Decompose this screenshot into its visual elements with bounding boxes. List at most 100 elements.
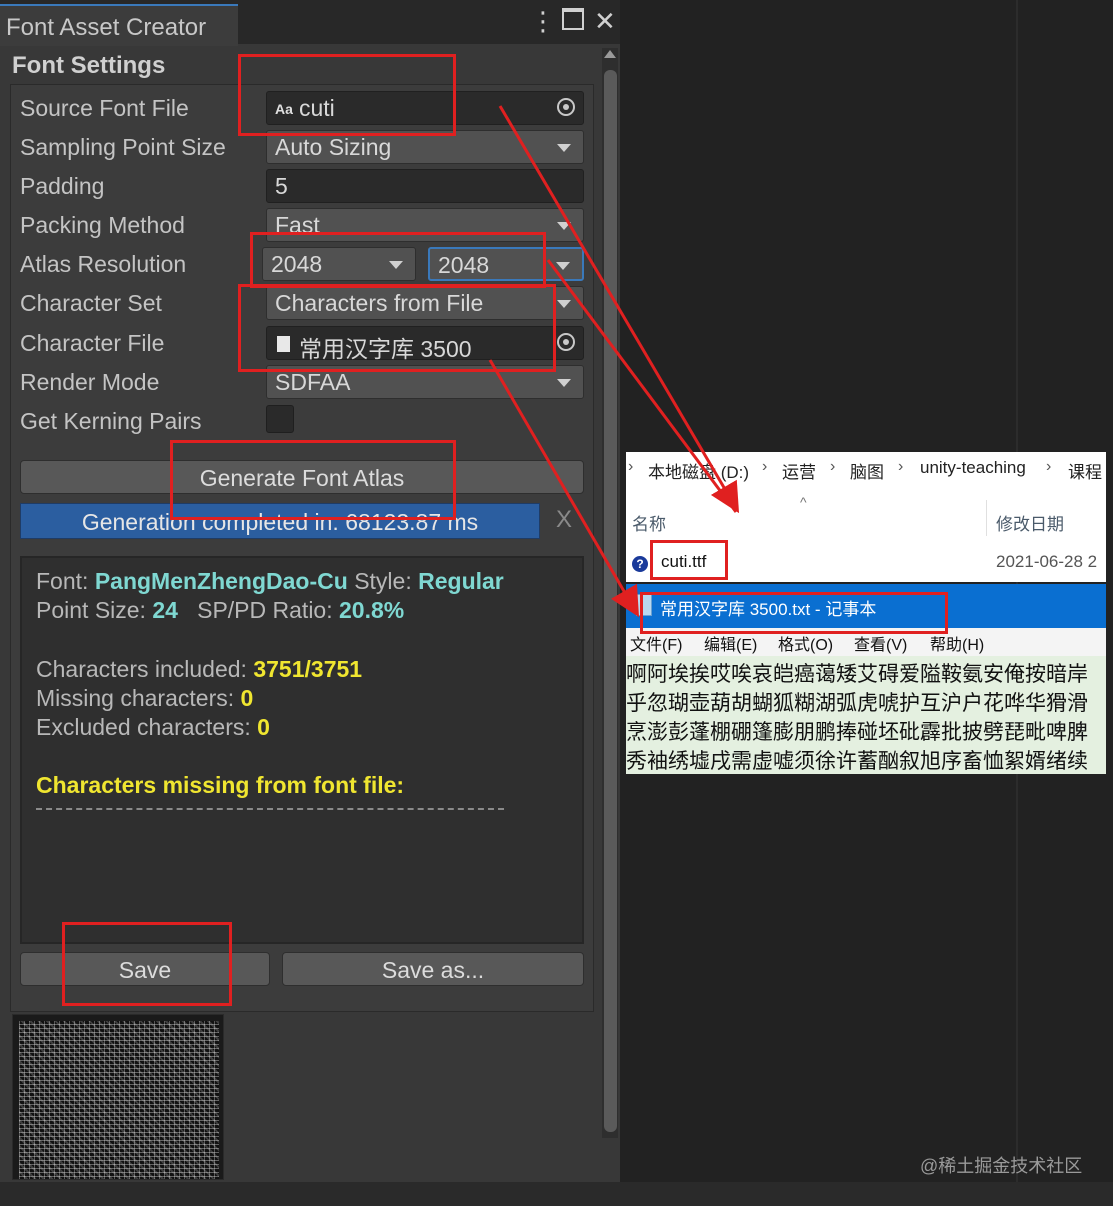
scrollbar-thumb[interactable]: [604, 70, 617, 1132]
packing-method-value: Fast: [275, 212, 320, 238]
atlas-width-value: 2048: [271, 251, 323, 277]
tab-font-asset-creator[interactable]: Font Asset Creator: [0, 4, 238, 46]
notepad-title-bar[interactable]: 常用汉字库 3500.txt - 记事本: [626, 584, 1106, 628]
breadcrumb-chevron-icon: ›: [628, 458, 634, 475]
ratio-value: 20.8%: [339, 597, 405, 623]
save-as-label: Save as...: [381, 957, 485, 983]
chevron-down-icon: [557, 300, 571, 308]
chevron-down-icon: [556, 262, 570, 270]
menu-file[interactable]: 文件(F): [630, 631, 682, 655]
atlas-resolution-label: Atlas Resolution: [20, 251, 187, 277]
font-label: Font:: [36, 568, 89, 594]
text-line: 乎忽瑚壶葫胡蝴狐糊湖弧虎唬护互沪户花哗华猾滑: [626, 691, 1088, 715]
font-info-box: Font: PangMenZhengDao-Cu Style: Regular …: [20, 556, 584, 944]
file-explorer-window: › 本地磁盘 (D:) › 运营 › 脑图 › unity-teaching ›…: [626, 452, 1106, 582]
included-value: 3751/3751: [253, 656, 363, 682]
dashed-divider: [36, 808, 504, 810]
included-label: Characters included:: [36, 656, 247, 682]
scroll-up-arrow-icon[interactable]: [604, 50, 616, 58]
font-info-line: Font: PangMenZhengDao-Cu Style: Regular: [36, 568, 504, 595]
sampling-point-size-label: Sampling Point Size: [20, 134, 226, 160]
excluded-label: Excluded characters:: [36, 714, 251, 740]
object-picker-icon[interactable]: [557, 98, 575, 116]
generate-font-atlas-button[interactable]: Generate Font Atlas: [20, 460, 584, 494]
point-size-value: 24: [152, 597, 178, 623]
atlas-texture-image: [19, 1021, 219, 1179]
save-as-button[interactable]: Save as...: [282, 952, 584, 986]
menu-help[interactable]: 帮助(H): [930, 631, 984, 655]
source-font-file-field[interactable]: Aa cuti: [266, 91, 584, 125]
ttf-file-icon: ?: [632, 556, 648, 572]
source-font-file-label: Source Font File: [20, 95, 189, 121]
style-value: Regular: [418, 568, 504, 594]
breadcrumb-chevron-icon: ›: [898, 458, 904, 475]
text-line: 秀袖绣墟戌需虚嘘须徐许蓄酗叙旭序畜恤絮婿绪续: [626, 749, 1088, 773]
column-header-name[interactable]: 名称: [632, 510, 666, 535]
notepad-menu-bar: 文件(F) 编辑(E) 格式(O) 查看(V) 帮助(H): [626, 628, 1106, 656]
render-mode-dropdown[interactable]: SDFAA: [266, 365, 584, 399]
sort-up-icon: ^: [800, 494, 807, 510]
missing-characters-title: Characters missing from font file:: [36, 772, 405, 798]
atlas-preview: [12, 1014, 224, 1180]
sampling-point-size-value: Auto Sizing: [275, 134, 392, 160]
tab-bar: Font Asset Creator ⋮ ✕: [0, 0, 620, 46]
source-font-file-value: cuti: [299, 95, 335, 121]
breadcrumb-item[interactable]: 课程: [1068, 458, 1102, 483]
atlas-height-dropdown[interactable]: 2048: [428, 247, 584, 281]
notepad-title: 常用汉字库 3500.txt - 记事本: [660, 600, 877, 619]
missing-label: Missing characters:: [36, 685, 235, 711]
text-line: 烹澎彭蓬棚硼篷膨朋鹏捧碰坯砒霹批披劈琵毗啤脾: [626, 720, 1088, 744]
column-divider[interactable]: [986, 500, 987, 536]
point-size-label: Point Size:: [36, 597, 146, 623]
character-set-label: Character Set: [20, 290, 162, 316]
kerning-pairs-label: Get Kerning Pairs: [20, 408, 202, 434]
menu-edit[interactable]: 编辑(E): [704, 631, 757, 655]
chevron-down-icon: [389, 261, 403, 269]
excluded-value: 0: [257, 714, 270, 740]
column-header-date[interactable]: 修改日期: [996, 510, 1064, 535]
missing-value: 0: [240, 685, 254, 711]
font-asset-icon: Aa: [275, 101, 293, 117]
padding-input[interactable]: 5: [266, 169, 584, 203]
sampling-point-size-dropdown[interactable]: Auto Sizing: [266, 130, 584, 164]
padding-label: Padding: [20, 173, 105, 199]
character-file-label: Character File: [20, 330, 165, 356]
progress-clear-button[interactable]: X: [556, 506, 572, 534]
maximize-icon[interactable]: [562, 8, 584, 30]
character-file-field[interactable]: 常用汉字库 3500: [266, 326, 584, 362]
generation-progress-bar: Generation completed in: 68123.87 ms: [20, 503, 540, 539]
render-mode-value: SDFAA: [275, 369, 351, 395]
notepad-text-area[interactable]: 啊阿埃挨哎唉哀皑癌蔼矮艾碍爱隘鞍氨安俺按暗岸 乎忽瑚壶葫胡蝴狐糊湖弧虎唬护互沪户…: [626, 656, 1106, 774]
ratio-label: SP/PD Ratio:: [197, 597, 333, 623]
chevron-down-icon: [557, 222, 571, 230]
breadcrumb-item[interactable]: 本地磁盘 (D:): [648, 458, 749, 483]
chevron-down-icon: [557, 144, 571, 152]
watermark: @稀土掘金技术社区: [920, 1156, 1083, 1176]
menu-view[interactable]: 查看(V): [854, 631, 907, 655]
breadcrumb-chevron-icon: ›: [762, 458, 768, 475]
breadcrumb-item[interactable]: unity-teaching: [920, 458, 1026, 478]
save-button[interactable]: Save: [20, 952, 270, 986]
missing-characters-line: Missing characters: 0: [36, 685, 253, 712]
section-title: Font Settings: [12, 52, 166, 79]
file-modified-date: 2021-06-28 2: [996, 552, 1098, 571]
generate-font-atlas-label: Generate Font Atlas: [199, 465, 405, 491]
kebab-menu-icon[interactable]: ⋮: [530, 6, 556, 37]
character-file-value: 常用汉字库 3500: [299, 336, 472, 362]
atlas-width-dropdown[interactable]: 2048: [262, 247, 416, 281]
character-set-dropdown[interactable]: Characters from File: [266, 286, 584, 320]
breadcrumb-chevron-icon: ›: [830, 458, 836, 475]
breadcrumb-chevron-icon: ›: [1046, 458, 1052, 475]
close-icon[interactable]: ✕: [594, 6, 616, 37]
breadcrumb-item[interactable]: 脑图: [850, 458, 884, 483]
menu-format[interactable]: 格式(O): [778, 631, 833, 655]
chevron-down-icon: [557, 379, 571, 387]
object-picker-icon[interactable]: [557, 333, 575, 351]
text-line: 啊阿埃挨哎唉哀皑癌蔼矮艾碍爱隘鞍氨安俺按暗岸: [626, 662, 1088, 686]
kerning-pairs-checkbox[interactable]: [266, 405, 294, 433]
breadcrumb-item[interactable]: 运营: [782, 458, 816, 483]
character-set-value: Characters from File: [275, 290, 484, 316]
file-name[interactable]: cuti.ttf: [661, 552, 706, 572]
packing-method-dropdown[interactable]: Fast: [266, 208, 584, 242]
style-label: Style:: [354, 568, 412, 594]
